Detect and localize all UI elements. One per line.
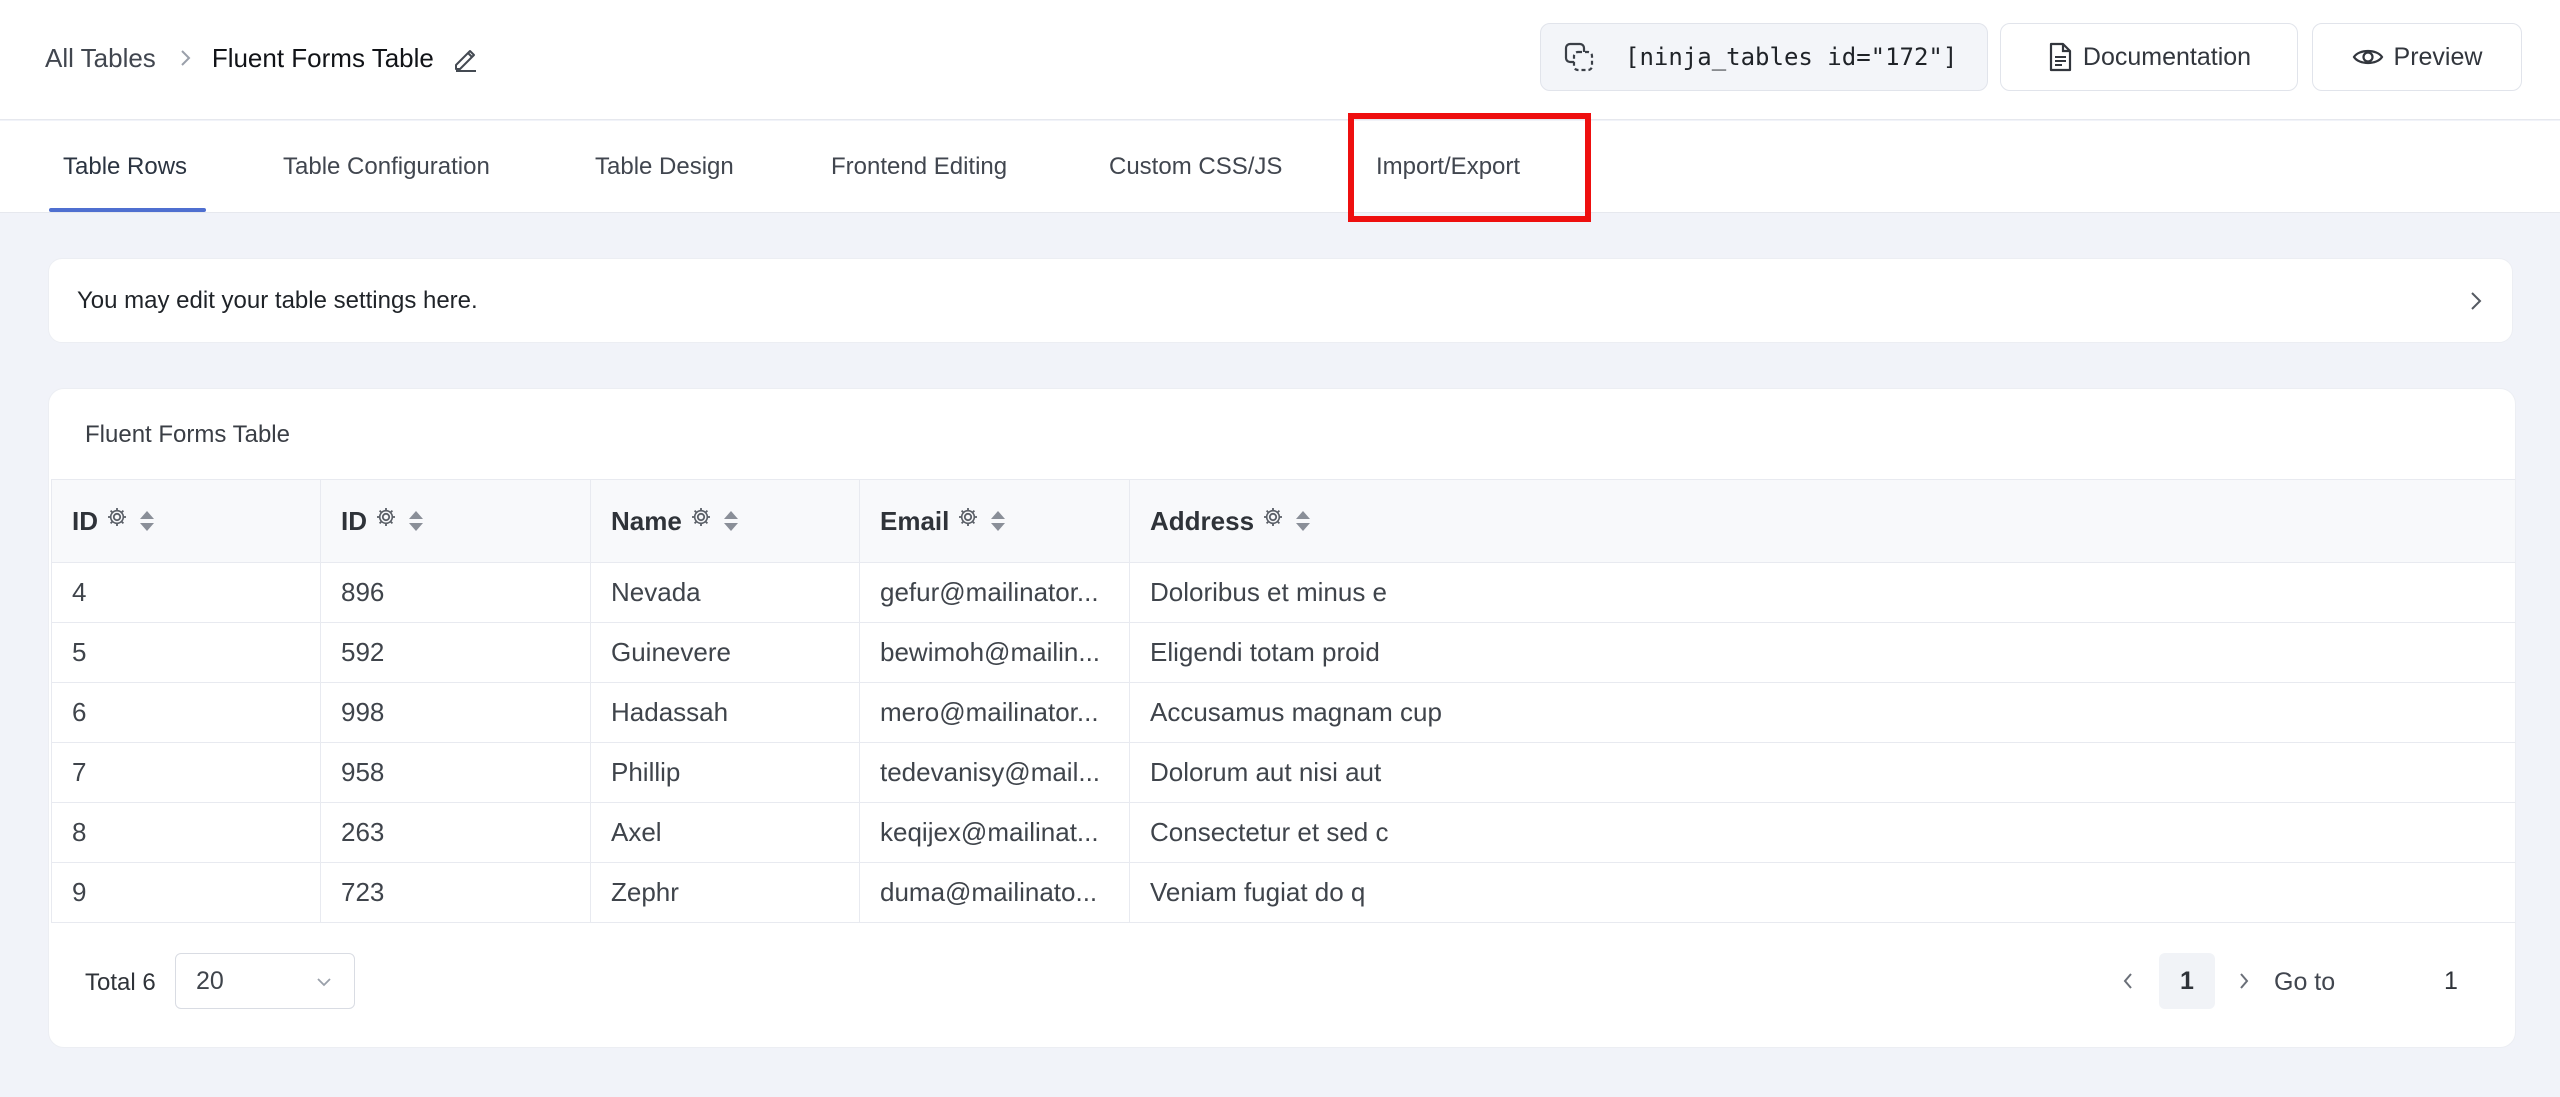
table-row[interactable]: 4 896 Nevada gefur@mailinator... Dolorib… — [51, 562, 2515, 623]
eye-icon — [2352, 45, 2384, 69]
column-header-email: Email — [859, 479, 1130, 563]
table-cell[interactable]: 998 — [320, 682, 591, 743]
tab-custom-css-js[interactable]: Custom CSS/JS — [1109, 121, 1282, 213]
table-cell[interactable]: 9 — [51, 862, 321, 923]
page-size-value: 20 — [196, 966, 224, 995]
table-cell[interactable]: Guinevere — [590, 622, 860, 683]
table-cell[interactable]: gefur@mailinator... — [859, 562, 1130, 623]
table-cell[interactable]: Veniam fugiat do q — [1129, 862, 2515, 923]
column-header-label: ID — [341, 505, 367, 536]
sort-icon[interactable] — [989, 508, 1007, 534]
breadcrumb: All Tables Fluent Forms Table — [45, 38, 480, 78]
table-row[interactable]: 9 723 Zephr duma@mailinato... Veniam fug… — [51, 862, 2515, 923]
table-cell[interactable]: Dolorum aut nisi aut — [1129, 742, 2515, 803]
active-tab-indicator — [49, 208, 206, 212]
table-cell[interactable]: Phillip — [590, 742, 860, 803]
sort-icon[interactable] — [722, 508, 740, 534]
table-row[interactable]: 5 592 Guinevere bewimoh@mailin... Eligen… — [51, 622, 2515, 683]
table-cell[interactable]: Eligendi totam proid — [1129, 622, 2515, 683]
sort-icon[interactable] — [138, 508, 156, 534]
column-header-address: Address — [1129, 479, 2515, 563]
table-row[interactable]: 8 263 Axel keqijex@mailinat... Consectet… — [51, 802, 2515, 863]
settings-info-text: You may edit your table settings here. — [77, 286, 478, 314]
table-row[interactable]: 6 998 Hadassah mero@mailinator... Accusa… — [51, 682, 2515, 743]
data-table: ID ID Name Email Address 4 896 Nevada ge… — [51, 479, 2515, 923]
breadcrumb-all-tables[interactable]: All Tables — [45, 43, 156, 74]
pencil-icon[interactable] — [450, 43, 480, 73]
column-header-label: Name — [611, 505, 682, 536]
chevron-right-icon[interactable] — [2466, 287, 2486, 315]
table-cell[interactable]: Accusamus magnam cup — [1129, 682, 2515, 743]
table-name: Fluent Forms Table — [211, 42, 434, 73]
gear-icon[interactable] — [690, 506, 712, 528]
gear-icon[interactable] — [106, 506, 128, 528]
table-cell[interactable]: duma@mailinato... — [859, 862, 1130, 923]
gear-icon[interactable] — [1262, 506, 1284, 528]
sort-icon[interactable] — [1294, 508, 1312, 534]
chevron-down-icon — [314, 972, 334, 992]
table-cell[interactable]: 5 — [51, 622, 321, 683]
copy-icon[interactable] — [1563, 41, 1595, 73]
table-row[interactable]: 7 958 Phillip tedevanisy@mail... Dolorum… — [51, 742, 2515, 803]
table-cell[interactable]: 8 — [51, 802, 321, 863]
preview-button[interactable]: Preview — [2312, 23, 2522, 91]
table-cell[interactable]: tedevanisy@mail... — [859, 742, 1130, 803]
table-cell[interactable]: 263 — [320, 802, 591, 863]
next-page-button[interactable] — [2235, 967, 2253, 995]
page-number-current[interactable]: 1 — [2159, 953, 2215, 1009]
table-cell[interactable]: 4 — [51, 562, 321, 623]
tab-table-design[interactable]: Table Design — [595, 121, 734, 213]
table-cell[interactable]: 6 — [51, 682, 321, 743]
documentation-label: Documentation — [2082, 42, 2252, 71]
table-cell[interactable]: Doloribus et minus e — [1129, 562, 2515, 623]
table-cell[interactable]: 896 — [320, 562, 591, 623]
table-title: Fluent Forms Table — [85, 421, 290, 448]
table-cell[interactable]: 7 — [51, 742, 321, 803]
table-cell[interactable]: Hadassah — [590, 682, 860, 743]
column-header-id-2: ID — [320, 479, 591, 563]
table-cell[interactable]: mero@mailinator... — [859, 682, 1130, 743]
top-header: All Tables Fluent Forms Table [ninja_tab… — [0, 0, 2560, 120]
column-header-id: ID — [51, 479, 321, 563]
table-cell[interactable]: 723 — [320, 862, 591, 923]
column-header-label: ID — [72, 505, 98, 536]
table-cell[interactable]: Axel — [590, 802, 860, 863]
sort-icon[interactable] — [407, 508, 425, 534]
settings-info-bar[interactable]: You may edit your table settings here. — [48, 258, 2513, 343]
preview-label: Preview — [2393, 42, 2483, 71]
shortcode-text[interactable]: [ninja_tables id="172"] — [1625, 43, 1957, 71]
table-cell[interactable]: 592 — [320, 622, 591, 683]
table-cell[interactable]: Consectetur et sed c — [1129, 802, 2515, 863]
tab-table-rows[interactable]: Table Rows — [63, 121, 187, 213]
tab-bar: Table Rows Table Configuration Table Des… — [0, 121, 2560, 213]
table-cell[interactable]: bewimoh@mailin... — [859, 622, 1130, 683]
tab-table-configuration[interactable]: Table Configuration — [283, 121, 490, 213]
column-header-name: Name — [590, 479, 860, 563]
table-cell[interactable]: Zephr — [590, 862, 860, 923]
goto-page-input[interactable] — [2389, 953, 2513, 1009]
prev-page-button[interactable] — [2119, 967, 2137, 995]
goto-label: Go to — [2274, 968, 2336, 996]
table-header-row: ID ID Name Email Address — [51, 479, 2515, 563]
total-count: Total 6 — [85, 969, 156, 996]
table-cell[interactable]: 958 — [320, 742, 591, 803]
documentation-button[interactable]: Documentation — [2000, 23, 2298, 91]
gear-icon[interactable] — [957, 506, 979, 528]
column-header-label: Email — [880, 505, 950, 536]
page-size-select[interactable]: 20 — [175, 953, 355, 1009]
table-cell[interactable]: Nevada — [590, 562, 860, 623]
column-header-label: Address — [1150, 505, 1255, 536]
table-card: Fluent Forms Table ID ID Name Email Addr… — [48, 388, 2516, 1048]
chevron-right-icon — [178, 48, 192, 68]
table-cell[interactable]: keqijex@mailinat... — [859, 802, 1130, 863]
tab-frontend-editing[interactable]: Frontend Editing — [831, 121, 1007, 213]
document-icon — [2047, 42, 2073, 72]
shortcode-copy-box[interactable]: [ninja_tables id="172"] — [1540, 23, 1988, 91]
highlight-annotation — [1348, 113, 1591, 222]
gear-icon[interactable] — [375, 506, 397, 528]
